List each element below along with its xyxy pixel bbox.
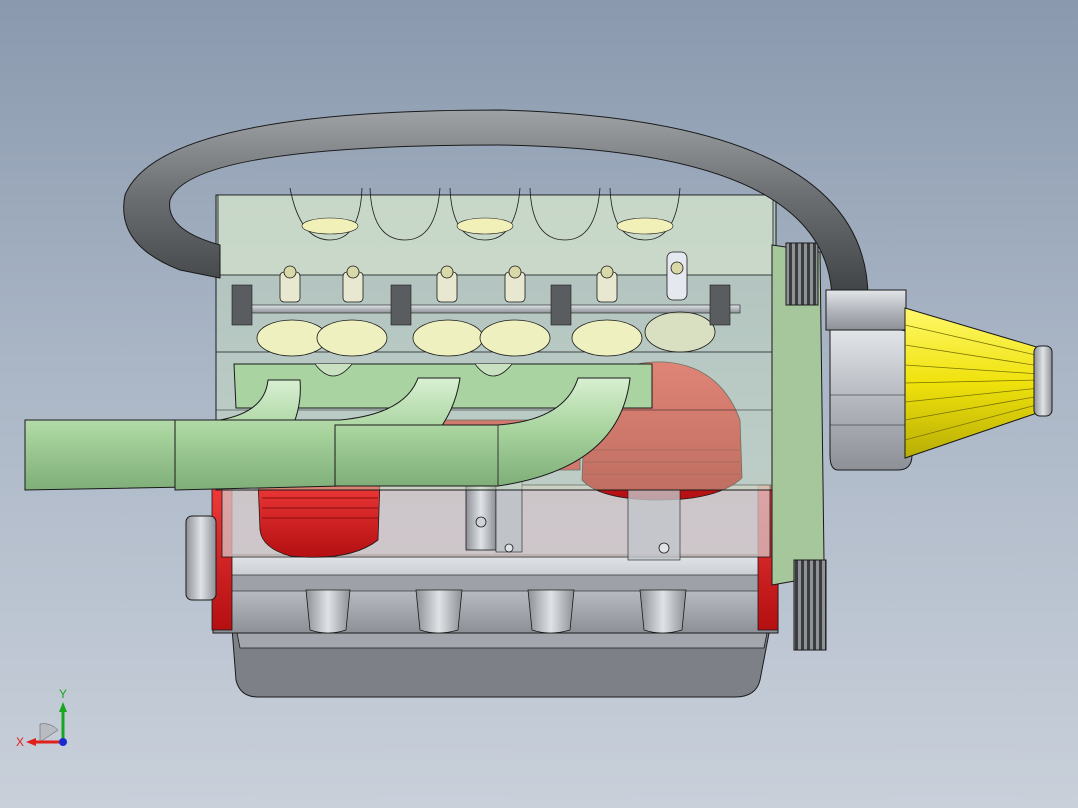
coordinate-triad: Y X	[16, 687, 67, 749]
crank-pulley[interactable]	[793, 559, 827, 651]
x-axis-label: X	[16, 735, 24, 749]
crankshaft-snout[interactable]	[185, 515, 217, 601]
piston-left[interactable]	[257, 479, 381, 558]
air-filter[interactable]	[904, 307, 1053, 459]
cam-pulley[interactable]	[785, 242, 819, 306]
triad-base	[39, 723, 59, 743]
crankcase[interactable]	[212, 554, 779, 634]
rocker-shaft[interactable]	[239, 304, 741, 314]
oil-pan[interactable]	[231, 627, 771, 698]
z-axis-dot	[59, 738, 67, 746]
y-axis-arrowhead	[59, 702, 67, 712]
y-axis-label: Y	[59, 687, 67, 701]
throttle-body[interactable]	[825, 289, 913, 471]
x-axis-arrowhead	[26, 738, 36, 746]
graphics-viewport[interactable]	[0, 0, 1078, 808]
